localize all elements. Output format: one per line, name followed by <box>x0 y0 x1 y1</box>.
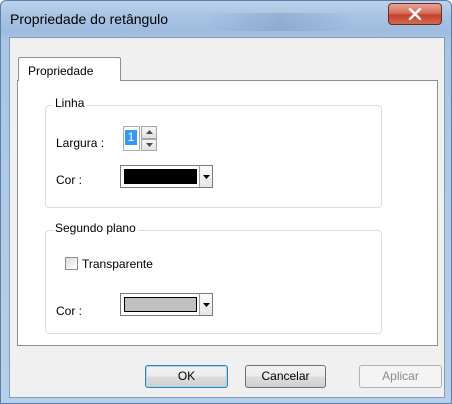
tab-panel-propriedade: Linha Largura : 1 Cor : Segundo plano Tr… <box>17 80 438 346</box>
tab-propriedade-label: Propriedade <box>28 64 94 78</box>
title-bar-glass-highlight <box>206 13 356 31</box>
line-color-dropdown-button[interactable] <box>199 166 212 187</box>
width-value: 1 <box>125 130 137 145</box>
segundo-plano-group-title: Segundo plano <box>53 221 138 235</box>
line-color-label: Cor : <box>56 173 83 187</box>
window-title: Propriedade do retângulo <box>10 11 169 27</box>
transparent-checkbox[interactable] <box>65 257 78 270</box>
dropdown-arrow-icon <box>202 174 210 179</box>
width-decrement-button[interactable] <box>141 138 157 151</box>
background-color-dropdown-button[interactable] <box>199 294 212 315</box>
close-button[interactable] <box>388 3 442 25</box>
segundo-plano-group <box>45 230 382 334</box>
title-bar[interactable]: Propriedade do retângulo <box>1 1 451 37</box>
tab-propriedade[interactable]: Propriedade <box>18 57 121 81</box>
cancel-button[interactable]: Cancelar <box>245 365 326 388</box>
width-stepper-input[interactable]: 1 <box>123 126 140 151</box>
line-color-swatch <box>124 169 197 184</box>
background-color-swatch <box>124 297 197 312</box>
linha-group-title: Linha <box>53 96 87 110</box>
width-increment-button[interactable] <box>141 126 157 139</box>
spin-down-icon <box>145 142 153 147</box>
width-stepper-buttons <box>141 126 157 151</box>
spin-up-icon <box>145 130 153 135</box>
linha-group <box>45 105 382 208</box>
width-label: Largura : <box>56 136 105 150</box>
ok-button[interactable]: OK <box>145 365 228 388</box>
background-color-label: Cor : <box>56 304 83 318</box>
close-icon <box>408 8 422 20</box>
background-color-picker[interactable] <box>120 293 213 316</box>
apply-button[interactable]: Aplicar <box>359 365 442 388</box>
transparent-label[interactable]: Transparente <box>82 257 153 271</box>
line-color-picker[interactable] <box>120 165 213 188</box>
dropdown-arrow-icon <box>202 302 210 307</box>
